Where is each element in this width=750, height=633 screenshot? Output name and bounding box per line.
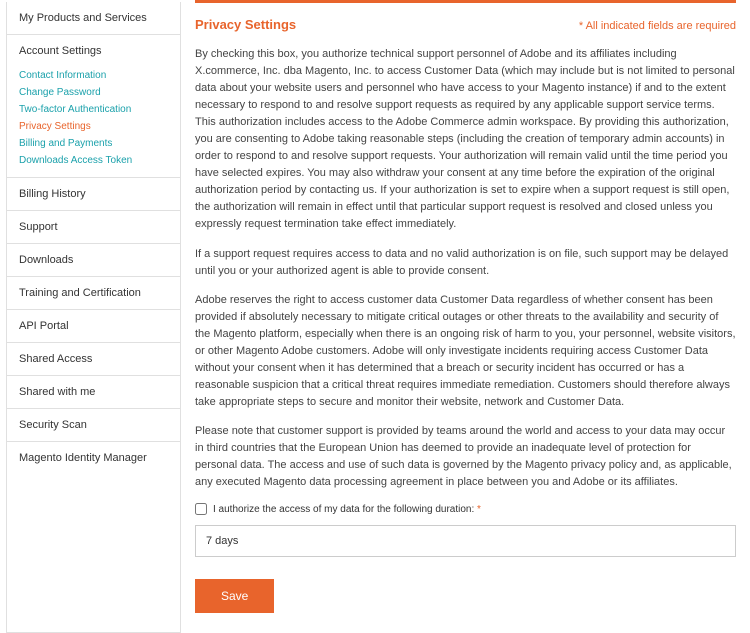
top-accent-bar xyxy=(195,0,736,3)
sidebar-item-shared-with-me[interactable]: Shared with me xyxy=(7,375,180,408)
sub-item-downloads-token[interactable]: Downloads Access Token xyxy=(19,152,168,169)
sidebar-item-label: My Products and Services xyxy=(19,12,147,24)
sidebar-item-label: Security Scan xyxy=(19,419,87,431)
sidebar-item-training[interactable]: Training and Certification xyxy=(7,276,180,309)
required-asterisk: * xyxy=(477,504,481,515)
auth-paragraph-2: If a support request requires access to … xyxy=(195,246,736,280)
sub-item-label: Privacy Settings xyxy=(19,121,91,132)
duration-select[interactable]: 7 days xyxy=(195,525,736,557)
page-title: Privacy Settings xyxy=(195,17,296,32)
sub-item-billing-payments[interactable]: Billing and Payments xyxy=(19,135,168,152)
sub-item-two-factor[interactable]: Two-factor Authentication xyxy=(19,101,168,118)
sidebar-item-api-portal[interactable]: API Portal xyxy=(7,309,180,342)
authorize-checkbox[interactable] xyxy=(195,503,207,515)
header-row: Privacy Settings * All indicated fields … xyxy=(195,17,736,32)
sub-item-label: Two-factor Authentication xyxy=(19,104,131,115)
required-fields-note: * All indicated fields are required xyxy=(579,20,736,32)
sub-item-change-password[interactable]: Change Password xyxy=(19,84,168,101)
sidebar-item-shared-access[interactable]: Shared Access xyxy=(7,342,180,375)
sidebar-item-products[interactable]: My Products and Services xyxy=(7,2,180,34)
sub-item-privacy-settings[interactable]: Privacy Settings xyxy=(19,118,168,135)
sub-item-contact-info[interactable]: Contact Information xyxy=(19,67,168,84)
sidebar-item-label: Training and Certification xyxy=(19,287,141,299)
sidebar-item-label: Billing History xyxy=(19,188,86,200)
sidebar-item-label: Support xyxy=(19,221,58,233)
sidebar-item-account-settings[interactable]: Account Settings xyxy=(7,34,180,63)
sub-item-label: Contact Information xyxy=(19,70,106,81)
sub-item-label: Downloads Access Token xyxy=(19,155,132,166)
auth-paragraph-1: By checking this box, you authorize tech… xyxy=(195,46,736,234)
sidebar-item-label: Shared with me xyxy=(19,386,95,398)
auth-paragraph-3: Adobe reserves the right to access custo… xyxy=(195,292,736,411)
sidebar-item-label: Downloads xyxy=(19,254,73,266)
auth-paragraph-4: Please note that customer support is pro… xyxy=(195,423,736,491)
sidebar-item-downloads[interactable]: Downloads xyxy=(7,243,180,276)
sidebar-item-label: Magento Identity Manager xyxy=(19,452,147,464)
authorize-checkbox-label: I authorize the access of my data for th… xyxy=(213,504,481,515)
sidebar-nav: My Products and Services Account Setting… xyxy=(6,2,181,633)
duration-value: 7 days xyxy=(206,535,238,547)
sidebar-item-security-scan[interactable]: Security Scan xyxy=(7,408,180,441)
authorize-checkbox-row: I authorize the access of my data for th… xyxy=(195,503,736,515)
sidebar-item-label: Account Settings xyxy=(19,45,102,57)
sidebar-item-label: API Portal xyxy=(19,320,69,332)
sidebar-item-label: Shared Access xyxy=(19,353,92,365)
sidebar-item-identity-manager[interactable]: Magento Identity Manager xyxy=(7,441,180,474)
save-button[interactable]: Save xyxy=(195,579,274,613)
sidebar-item-support[interactable]: Support xyxy=(7,210,180,243)
sub-item-label: Billing and Payments xyxy=(19,138,112,149)
sub-item-label: Change Password xyxy=(19,87,101,98)
sidebar-sub-items: Contact Information Change Password Two-… xyxy=(7,63,180,177)
checkbox-label-text: I authorize the access of my data for th… xyxy=(213,504,474,515)
sidebar-item-billing-history[interactable]: Billing History xyxy=(7,177,180,210)
main-content: Privacy Settings * All indicated fields … xyxy=(181,0,750,633)
